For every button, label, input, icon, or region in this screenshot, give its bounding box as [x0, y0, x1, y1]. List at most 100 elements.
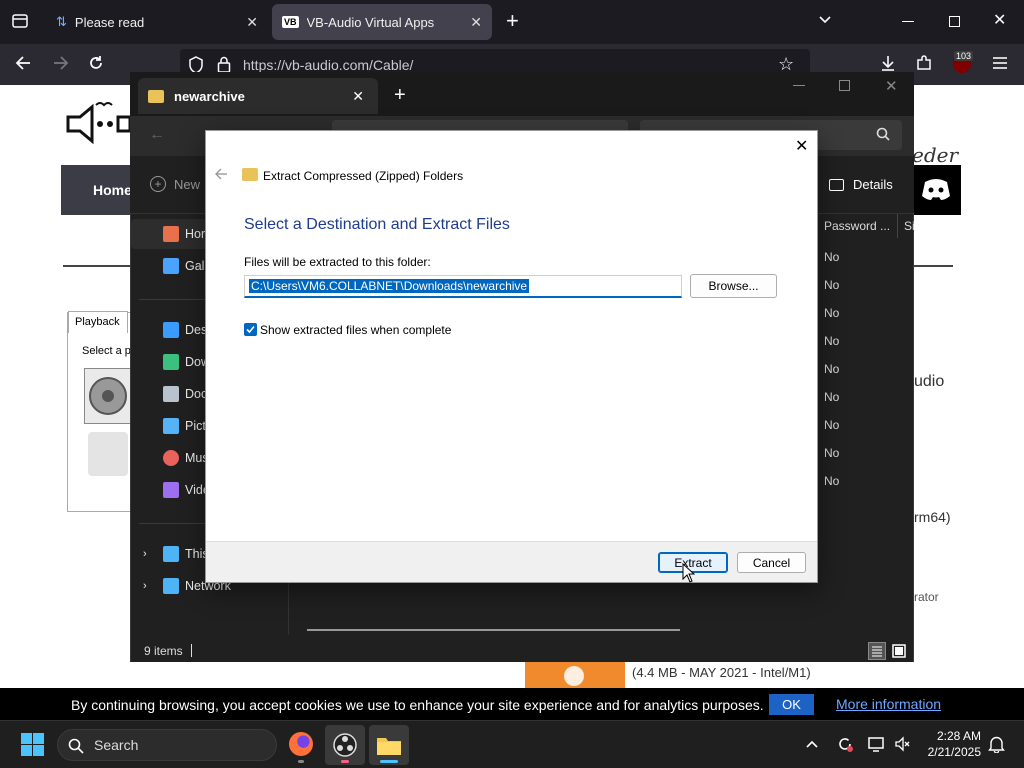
extract-dialog — [205, 130, 818, 583]
url-text[interactable]: https://vb-audio.com/Cable/ — [243, 57, 413, 73]
cookie-more-info-link[interactable]: More information — [836, 696, 941, 712]
dialog-heading: Select a Destination and Extract Files — [244, 216, 510, 233]
tab-playback[interactable]: Playback — [68, 311, 128, 333]
password-value: No — [824, 362, 840, 376]
close-window-icon[interactable]: ✕ — [993, 11, 1006, 31]
select-playback-text: Select a p — [82, 345, 131, 357]
mouse-cursor-icon — [682, 563, 695, 583]
bookmark-star-icon[interactable]: ☆ — [778, 54, 794, 74]
desktop-icon — [163, 322, 179, 338]
nav-item-label: Gall — [185, 259, 208, 273]
start-windows-icon[interactable] — [21, 733, 44, 756]
password-value: No — [824, 418, 840, 432]
site-nav-home[interactable]: Home — [93, 182, 132, 198]
explorer-search-icon[interactable] — [876, 127, 890, 141]
restore-window-icon[interactable] — [949, 16, 960, 27]
nav-item-label: Hor — [185, 227, 206, 241]
tab-overflow-chevron-icon[interactable] — [817, 12, 833, 28]
show-files-label[interactable]: Show extracted files when complete — [260, 323, 451, 337]
notification-bell-icon[interactable] — [988, 735, 1005, 753]
password-value: No — [824, 446, 840, 460]
videos-icon — [163, 482, 179, 498]
dialog-close-icon[interactable]: ✕ — [795, 136, 808, 156]
apple-logo-icon — [564, 666, 584, 686]
tab-list-icon[interactable] — [11, 12, 29, 30]
column-header-size[interactable]: Si — [904, 219, 915, 233]
file-explorer-taskbar-icon[interactable] — [369, 725, 409, 765]
speaker-device-icon[interactable] — [84, 368, 132, 424]
nav-item-label: Pict — [185, 419, 206, 433]
minimize-window-icon[interactable] — [902, 21, 914, 22]
menu-hamburger-icon[interactable] — [992, 56, 1008, 70]
new-tab-icon[interactable]: + — [506, 10, 519, 32]
destination-path-value: C:\Users\VM6.COLLABNET\Downloads\newarch… — [249, 279, 530, 293]
reload-icon[interactable] — [87, 54, 105, 72]
folder-zip-icon — [148, 89, 164, 103]
sync-tray-icon[interactable] — [836, 735, 854, 753]
volume-muted-tray-icon[interactable] — [894, 736, 910, 752]
password-value: No — [824, 278, 840, 292]
horizontal-scrollbar[interactable] — [307, 629, 680, 631]
explorer-status-bar — [131, 638, 913, 662]
password-value: No — [824, 306, 840, 320]
back-icon[interactable] — [14, 54, 32, 72]
badge-count: 103 — [954, 51, 974, 61]
column-header-password[interactable]: Password ... — [824, 219, 890, 233]
close-tab-icon[interactable]: ✕ — [246, 14, 258, 31]
details-pane-button[interactable]: Details — [829, 177, 893, 192]
audio-device-icon[interactable] — [88, 432, 128, 476]
details-view-icon[interactable] — [868, 642, 886, 660]
column-divider — [897, 214, 898, 238]
cancel-button[interactable]: Cancel — [737, 552, 806, 573]
destination-path-field[interactable]: C:\Users\VM6.COLLABNET\Downloads\newarch… — [244, 275, 682, 298]
explorer-close-icon[interactable]: ✕ — [885, 77, 898, 95]
network-tray-icon[interactable] — [867, 735, 885, 753]
explorer-tab-newarchive[interactable]: newarchive ✕ — [138, 78, 378, 114]
tray-overflow-chevron-icon[interactable] — [805, 737, 819, 751]
tab-favicon-icon: ⇅ — [56, 14, 67, 29]
clock-time[interactable]: 2:28 AM — [933, 729, 981, 743]
close-explorer-tab-icon[interactable]: ✕ — [352, 88, 364, 105]
new-item-label: New — [174, 176, 201, 192]
this-pc-icon — [163, 546, 179, 562]
explorer-minimize-icon[interactable] — [793, 85, 805, 86]
discord-icon[interactable] — [911, 165, 961, 215]
explorer-new-tab-icon[interactable]: + — [394, 84, 406, 107]
cookie-ok-button[interactable]: OK — [769, 694, 814, 715]
taskbar-search-box[interactable]: Search — [57, 729, 277, 761]
expand-chevron-icon[interactable]: › — [143, 548, 147, 560]
download-icon — [163, 354, 179, 370]
firefox-taskbar-icon[interactable] — [289, 732, 313, 756]
close-tab-icon[interactable]: ✕ — [470, 14, 482, 31]
clock-date[interactable]: 2/21/2025 — [921, 745, 981, 759]
status-separator — [191, 644, 192, 657]
new-item-button[interactable]: + New — [150, 176, 200, 192]
gallery-icon — [163, 258, 179, 274]
dialog-back-icon[interactable] — [214, 167, 228, 181]
password-value: No — [824, 250, 840, 264]
item-count: 9 items — [144, 644, 183, 658]
downloads-icon[interactable] — [879, 54, 897, 72]
documents-icon — [163, 386, 179, 402]
search-icon — [68, 738, 84, 754]
right-rator-text: rator — [914, 590, 939, 604]
details-pane-label: Details — [853, 177, 893, 192]
expand-chevron-icon[interactable]: › — [143, 580, 147, 592]
extensions-icon[interactable] — [915, 54, 933, 72]
tab-title: VB-Audio Virtual Apps — [306, 14, 435, 30]
tiles-view-icon[interactable] — [890, 642, 908, 660]
tab-please-read[interactable]: ⇅ Please read ✕ — [46, 4, 268, 40]
password-value: No — [824, 334, 840, 348]
browse-button[interactable]: Browse... — [690, 274, 777, 298]
explorer-back-icon[interactable]: ← — [149, 126, 165, 144]
explorer-maximize-icon[interactable] — [839, 80, 850, 91]
show-files-checkbox[interactable] — [244, 323, 257, 336]
obs-taskbar-icon[interactable] — [325, 725, 365, 765]
zip-folder-icon — [242, 168, 258, 181]
home-icon — [163, 226, 179, 242]
tab-vb-audio[interactable]: VB VB-Audio Virtual Apps ✕ — [272, 4, 492, 40]
vb-favicon-icon: VB — [282, 16, 299, 28]
forward-icon[interactable] — [52, 54, 70, 72]
lock-icon[interactable] — [217, 56, 231, 73]
plus-circle-icon: + — [150, 176, 166, 192]
